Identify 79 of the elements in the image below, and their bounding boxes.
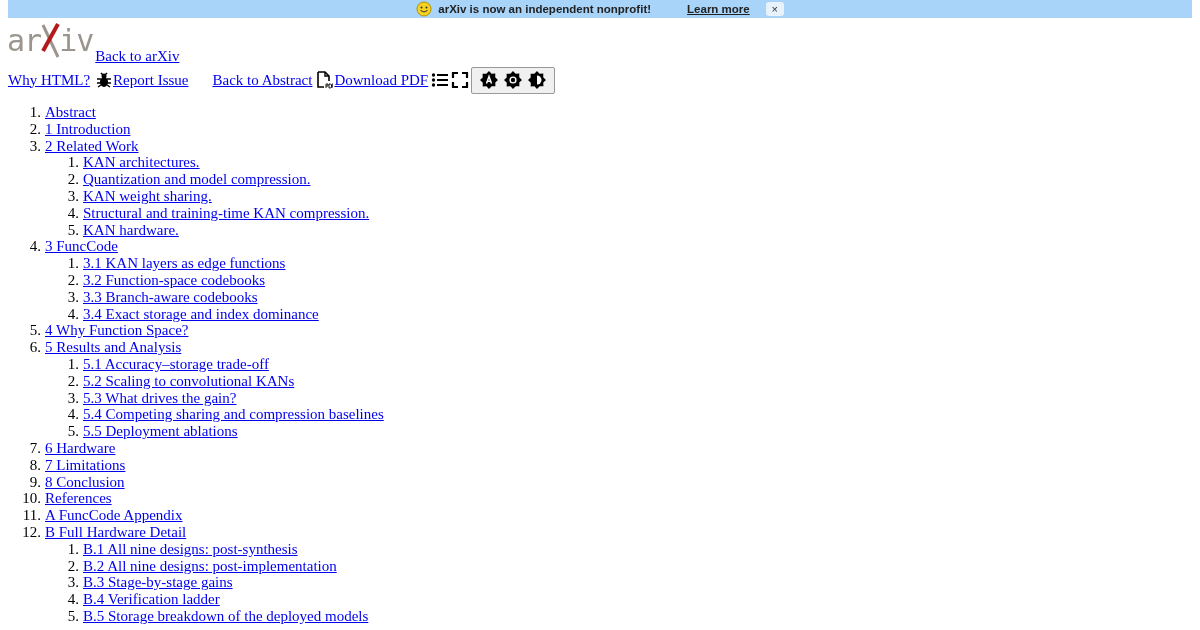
list-icon[interactable] bbox=[431, 71, 450, 89]
list-number: 4. bbox=[66, 406, 79, 424]
smiley-icon bbox=[416, 1, 433, 17]
list-number: 3. bbox=[66, 574, 79, 592]
list-number: 1. bbox=[66, 355, 79, 373]
list-number: 4. bbox=[28, 238, 41, 256]
list-number: 4. bbox=[66, 204, 79, 222]
toc-link[interactable]: 2 Related Work bbox=[45, 137, 139, 155]
toc-link[interactable]: B.4 Verification ladder bbox=[83, 591, 220, 608]
toc-link[interactable]: Abstract bbox=[45, 104, 96, 121]
list-number: 5. bbox=[66, 607, 79, 625]
list-number: 2. bbox=[28, 120, 41, 138]
list-number: 1. bbox=[66, 154, 79, 172]
list-number: 4. bbox=[66, 305, 79, 323]
logo: ar iv bbox=[7, 22, 94, 60]
banner-message: arXiv is now an independent nonprofit! bbox=[438, 3, 652, 15]
light-theme-button[interactable] bbox=[504, 71, 523, 89]
toc-link[interactable]: Quantization and model compression. bbox=[83, 171, 311, 188]
list-number: 2. bbox=[66, 171, 79, 188]
toc-link[interactable]: Structural and training-time KAN compression. bbox=[83, 204, 370, 222]
toc-link[interactable]: 3.1 KAN layers as edge functions bbox=[83, 255, 286, 272]
download-pdf-link[interactable]: Download PDF bbox=[334, 71, 429, 89]
list-number: 12. bbox=[21, 523, 41, 541]
list-number: 6. bbox=[28, 339, 41, 356]
back-to-abstract-link[interactable]: Back to Abstract bbox=[212, 71, 313, 89]
toc-link[interactable]: 1 Introduction bbox=[45, 120, 131, 138]
list-number: 7. bbox=[28, 439, 41, 457]
why-html-link[interactable]: Why HTML? bbox=[8, 71, 91, 89]
auto-theme-button[interactable] bbox=[480, 71, 499, 89]
toc-link[interactable]: 3.3 Branch-aware codebooks bbox=[83, 288, 258, 306]
list-number: 3. bbox=[66, 288, 79, 306]
list-number: 2. bbox=[66, 372, 79, 390]
toc-link[interactable]: 5.4 Competing sharing and compression baselines bbox=[83, 406, 384, 424]
toc-link[interactable]: 8 Conclusion bbox=[45, 473, 125, 491]
list-number: 1. bbox=[66, 540, 79, 558]
list-number: 3. bbox=[66, 389, 79, 407]
toc-link[interactable]: KAN architectures. bbox=[83, 154, 200, 172]
toc-link[interactable]: References bbox=[45, 490, 112, 508]
toc-link[interactable]: 5.2 Scaling to convolutional KANs bbox=[83, 372, 295, 390]
toc-link[interactable]: 5.5 Deployment ablations bbox=[83, 423, 238, 440]
list-number: 9. bbox=[28, 473, 41, 491]
toc-link[interactable]: A FuncCode Appendix bbox=[45, 507, 183, 524]
toc-link[interactable]: 3 FuncCode bbox=[45, 238, 118, 256]
fullscreen-icon[interactable] bbox=[451, 71, 470, 89]
close-button[interactable]: × bbox=[765, 2, 784, 16]
list-number: 11. bbox=[21, 507, 41, 524]
toc-link[interactable]: 3.4 Exact storage and index dominance bbox=[83, 305, 319, 323]
toc-link[interactable]: B.1 All nine designs: post-synthesis bbox=[83, 540, 298, 558]
toc-link[interactable]: B Full Hardware Detail bbox=[45, 523, 187, 541]
pdf-file-icon bbox=[316, 71, 335, 89]
list-number: 1. bbox=[66, 255, 79, 272]
list-number: 5. bbox=[28, 322, 41, 340]
list-number: 2. bbox=[66, 557, 79, 575]
list-number: 10. bbox=[21, 490, 41, 508]
list-number: 5. bbox=[66, 423, 79, 440]
list-number: 8. bbox=[28, 456, 41, 474]
toc-link[interactable]: B.3 Stage-by-stage gains bbox=[83, 574, 233, 592]
report-issue-link[interactable]: Report Issue bbox=[113, 71, 189, 89]
bug-icon bbox=[95, 71, 114, 89]
toc-link[interactable]: KAN weight sharing. bbox=[83, 188, 212, 205]
toc-link[interactable]: B.5 Storage breakdown of the deployed models bbox=[83, 607, 369, 625]
toc-link[interactable]: 5.3 What drives the gain? bbox=[83, 389, 237, 407]
toc-link[interactable]: 4 Why Function Space? bbox=[45, 322, 189, 340]
toc-link[interactable]: B.2 All nine designs: post-implementation bbox=[83, 557, 337, 575]
list-number: 1. bbox=[28, 104, 41, 121]
list-number: 4. bbox=[66, 591, 79, 608]
dark-theme-button[interactable] bbox=[528, 71, 547, 89]
learn-more-link[interactable]: Learn more bbox=[687, 3, 750, 15]
toc-link[interactable]: 7 Limitations bbox=[45, 456, 126, 474]
toc-link[interactable]: 6 Hardware bbox=[45, 439, 116, 457]
list-number: 3. bbox=[66, 188, 79, 205]
back-to-arxiv-link[interactable]: Back to arXiv bbox=[95, 48, 180, 65]
list-number: 5. bbox=[66, 221, 79, 239]
toc-link[interactable]: 3.2 Function-space codebooks bbox=[83, 271, 266, 289]
toc-link[interactable]: 5.1 Accuracy–storage trade-off bbox=[83, 355, 269, 373]
toc-link[interactable]: 5 Results and Analysis bbox=[45, 339, 182, 356]
list-number: 3. bbox=[28, 137, 41, 155]
list-number: 2. bbox=[66, 271, 79, 289]
toc-link[interactable]: KAN hardware. bbox=[83, 221, 179, 239]
